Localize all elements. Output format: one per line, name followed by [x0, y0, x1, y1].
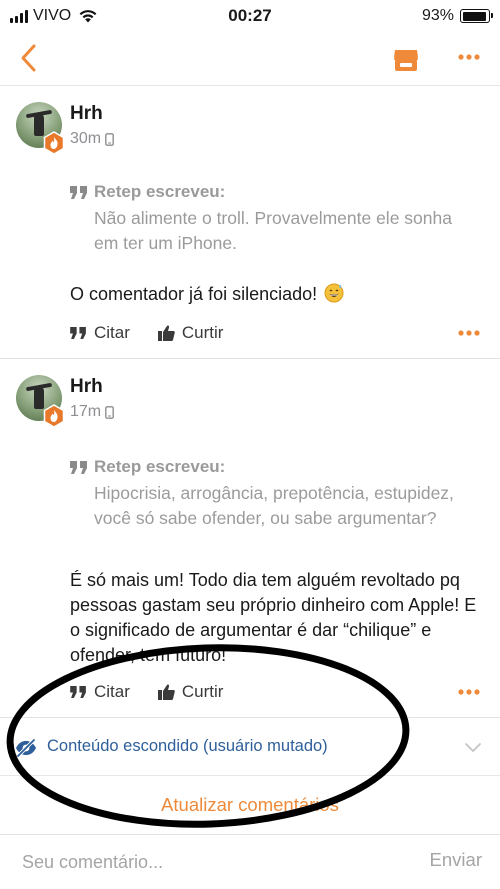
comment-meta: 30m	[70, 130, 115, 148]
battery-icon	[460, 9, 493, 23]
more-horizontal-icon[interactable]	[458, 53, 480, 61]
hidden-content-label: Conteúdo escondido (usuário mutado)	[47, 737, 328, 755]
quote-text: Hipocrisia, arrogância, prepotência, est…	[94, 483, 454, 528]
store-icon[interactable]	[393, 46, 419, 72]
grinning-sweat-emoji-icon	[324, 283, 344, 303]
quote-icon	[70, 686, 86, 698]
cite-button[interactable]: Citar	[70, 323, 130, 343]
cite-label: Citar	[94, 682, 130, 701]
chevron-left-icon[interactable]	[16, 41, 42, 75]
fire-badge-icon	[43, 131, 65, 155]
battery-percent: 93%	[421, 7, 454, 24]
battery-fill	[462, 11, 486, 21]
refresh-comments-button[interactable]: Atualizar comentários	[0, 777, 500, 833]
comment-time: 17m	[70, 403, 102, 420]
quote-icon	[70, 327, 86, 339]
mobile-device-icon	[105, 405, 115, 419]
cite-button[interactable]: Citar	[70, 682, 130, 702]
comment-input[interactable]	[22, 849, 382, 875]
author-name[interactable]: Hrh	[70, 103, 103, 125]
fire-badge-icon	[43, 404, 65, 428]
comment-body-text: O comentador já foi silenciado!	[70, 284, 318, 304]
chevron-down-icon[interactable]	[464, 741, 482, 753]
like-button[interactable]: Curtir	[157, 323, 224, 343]
comment-actions: Citar Curtir	[70, 682, 251, 702]
quote-icon	[70, 460, 87, 474]
comment-body: É só mais um! Todo dia tem alguém revolt…	[70, 570, 477, 665]
like-button[interactable]: Curtir	[157, 682, 224, 702]
cite-label: Citar	[94, 323, 130, 342]
more-horizontal-icon[interactable]	[458, 329, 480, 337]
comment-meta: 17m	[70, 403, 115, 421]
quote-icon	[70, 185, 87, 199]
quote-author: Retep escreveu:	[94, 457, 226, 476]
comment-actions: Citar Curtir	[70, 323, 251, 343]
thumbs-up-icon	[157, 325, 175, 341]
status-bar: VIVO 00:27 93%	[0, 0, 500, 34]
like-label: Curtir	[181, 323, 224, 342]
navigation-bar	[0, 34, 500, 86]
mobile-device-icon	[105, 132, 115, 146]
comment-card: Hrh 30m Retep escreveu: Não alimente o t…	[0, 87, 500, 359]
comment-time: 30m	[70, 130, 102, 147]
more-horizontal-icon[interactable]	[458, 688, 480, 696]
quote-text: Não alimente o troll. Provavelmente ele …	[94, 208, 452, 253]
quote-author: Retep escreveu:	[94, 182, 226, 201]
comment-body: O comentador já foi silenciado!	[70, 281, 490, 307]
author-name[interactable]: Hrh	[70, 376, 103, 398]
comment-composer: Enviar	[0, 834, 500, 889]
quote-header: Retep escreveu:	[70, 457, 470, 477]
status-right: 93%	[421, 7, 493, 25]
quote-header: Retep escreveu:	[70, 182, 470, 202]
quoted-reply: Retep escreveu: Não alimente o troll. Pr…	[70, 182, 470, 256]
hidden-content-row[interactable]: Conteúdo escondido (usuário mutado)	[0, 719, 500, 776]
thumbs-up-icon	[157, 684, 175, 700]
comment-card: Hrh 17m Retep escreveu: Hipocrisia, arro…	[0, 360, 500, 718]
quoted-reply: Retep escreveu: Hipocrisia, arrogância, …	[70, 457, 470, 531]
send-button[interactable]: Enviar	[430, 849, 482, 871]
like-label: Curtir	[181, 682, 224, 701]
eye-slash-icon	[16, 738, 36, 758]
